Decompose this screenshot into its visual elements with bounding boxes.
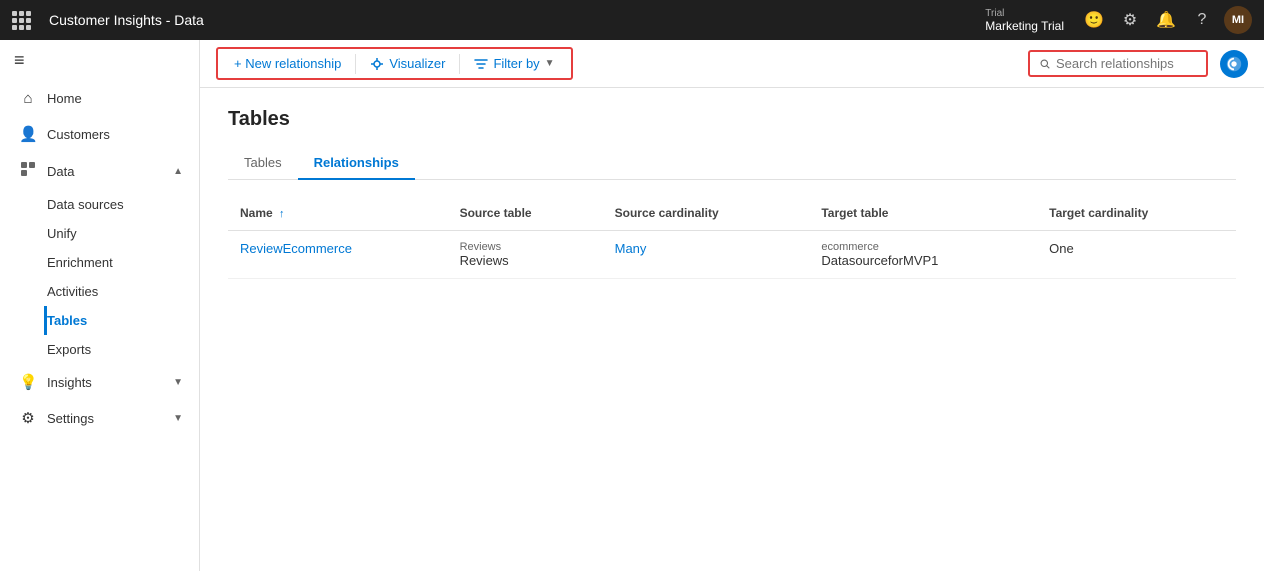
- settings-expand-icon: ▼: [173, 413, 183, 424]
- col-source-cardinality: Source cardinality: [603, 196, 810, 231]
- main-content: + New relationship Visualizer Filter by …: [200, 40, 1264, 571]
- settings-sidebar-icon: ⚙: [19, 409, 37, 427]
- col-target-table: Target table: [809, 196, 1037, 231]
- trial-info: Trial Marketing Trial: [985, 8, 1064, 33]
- sidebar-label-insights: Insights: [47, 375, 92, 390]
- cell-name: ReviewEcommerce: [228, 231, 448, 279]
- home-icon: ⌂: [19, 90, 37, 107]
- ci-logo: [1220, 50, 1248, 78]
- relationship-name-link[interactable]: ReviewEcommerce: [240, 241, 352, 256]
- waffle-icon[interactable]: [12, 11, 31, 30]
- top-bar-icons: Trial Marketing Trial 🙂 ⚙ 🔔 ? MI: [985, 6, 1252, 34]
- bell-icon[interactable]: 🔔: [1152, 6, 1180, 34]
- table-body: ReviewEcommerce Reviews Reviews Many eco…: [228, 231, 1236, 279]
- source-table-value: Reviews: [460, 253, 591, 268]
- col-name: Name ↑: [228, 196, 448, 231]
- sidebar-item-unify[interactable]: Unify: [44, 219, 199, 248]
- app-title: Customer Insights - Data: [49, 12, 975, 28]
- avatar[interactable]: MI: [1224, 6, 1252, 34]
- sidebar-item-home[interactable]: ⌂ Home: [0, 81, 199, 116]
- filter-by-button[interactable]: Filter by ▼: [464, 51, 564, 76]
- data-expand-icon: ▲: [173, 166, 183, 177]
- search-input[interactable]: [1056, 56, 1196, 71]
- filter-icon: [474, 57, 488, 71]
- source-table-sub: Reviews: [460, 241, 591, 253]
- sidebar-item-customers[interactable]: 👤 Customers: [0, 116, 199, 152]
- sidebar-item-enrichment[interactable]: Enrichment: [44, 248, 199, 277]
- toolbar-divider-2: [459, 54, 460, 74]
- sidebar-label-data: Data: [47, 164, 74, 179]
- target-table-value: DatasourceforMVP1: [821, 253, 1025, 268]
- trial-name: Marketing Trial: [985, 19, 1064, 33]
- toolbar-actions-group: + New relationship Visualizer Filter by …: [216, 47, 573, 80]
- target-cardinality-value: One: [1049, 241, 1074, 256]
- table-header: Name ↑ Source table Source cardinality T…: [228, 196, 1236, 231]
- toolbar-divider-1: [355, 54, 356, 74]
- sidebar-label-settings: Settings: [47, 411, 94, 426]
- sidebar-data-subitems: Data sources Unify Enrichment Activities…: [0, 190, 199, 364]
- sidebar-item-exports[interactable]: Exports: [44, 335, 199, 364]
- sidebar-label-customers: Customers: [47, 127, 110, 142]
- feedback-icon[interactable]: 🙂: [1080, 6, 1108, 34]
- data-icon: [19, 161, 37, 181]
- toolbar: + New relationship Visualizer Filter by …: [200, 40, 1264, 88]
- search-box[interactable]: [1028, 50, 1208, 77]
- table-row: ReviewEcommerce Reviews Reviews Many eco…: [228, 231, 1236, 279]
- col-source-table: Source table: [448, 196, 603, 231]
- tab-relationships[interactable]: Relationships: [298, 147, 415, 180]
- tab-tables[interactable]: Tables: [228, 147, 298, 180]
- cell-target-cardinality: One: [1037, 231, 1236, 279]
- cell-source-table: Reviews Reviews: [448, 231, 603, 279]
- tabs: Tables Relationships: [228, 147, 1236, 180]
- help-icon[interactable]: ?: [1188, 6, 1216, 34]
- customers-icon: 👤: [19, 125, 37, 143]
- settings-icon[interactable]: ⚙: [1116, 6, 1144, 34]
- top-bar: Customer Insights - Data Trial Marketing…: [0, 0, 1264, 40]
- sidebar-item-activities[interactable]: Activities: [44, 277, 199, 306]
- insights-icon: 💡: [19, 373, 37, 391]
- page-content: Tables Tables Relationships Name ↑: [200, 88, 1264, 571]
- filter-dropdown-icon: ▼: [545, 58, 555, 69]
- source-cardinality-value: Many: [615, 241, 647, 256]
- sidebar-item-data-sources[interactable]: Data sources: [44, 190, 199, 219]
- sidebar-item-insights[interactable]: 💡 Insights ▼: [0, 364, 199, 400]
- col-target-cardinality: Target cardinality: [1037, 196, 1236, 231]
- sidebar-item-data[interactable]: Data ▲: [0, 152, 199, 190]
- visualizer-label: Visualizer: [389, 56, 445, 71]
- app-body: ≡ ⌂ Home 👤 Customers Data ▲ Data sources…: [0, 40, 1264, 571]
- insights-expand-icon: ▼: [173, 377, 183, 388]
- sidebar-item-settings[interactable]: ⚙ Settings ▼: [0, 400, 199, 436]
- search-icon: [1040, 57, 1050, 71]
- sidebar-toggle[interactable]: ≡: [0, 40, 199, 81]
- sort-asc-icon: ↑: [279, 208, 285, 220]
- visualizer-button[interactable]: Visualizer: [360, 51, 455, 76]
- relationships-table: Name ↑ Source table Source cardinality T…: [228, 196, 1236, 279]
- trial-label: Trial: [985, 8, 1004, 19]
- sidebar-label-home: Home: [47, 91, 82, 106]
- visualizer-icon: [370, 57, 384, 71]
- sidebar-item-tables[interactable]: Tables: [44, 306, 199, 335]
- target-table-sub: ecommerce: [821, 241, 1025, 253]
- sidebar: ≡ ⌂ Home 👤 Customers Data ▲ Data sources…: [0, 40, 200, 571]
- page-title: Tables: [228, 108, 1236, 131]
- cell-source-cardinality: Many: [603, 231, 810, 279]
- filter-by-label: Filter by: [493, 56, 539, 71]
- new-relationship-button[interactable]: + New relationship: [224, 51, 351, 76]
- cell-target-table: ecommerce DatasourceforMVP1: [809, 231, 1037, 279]
